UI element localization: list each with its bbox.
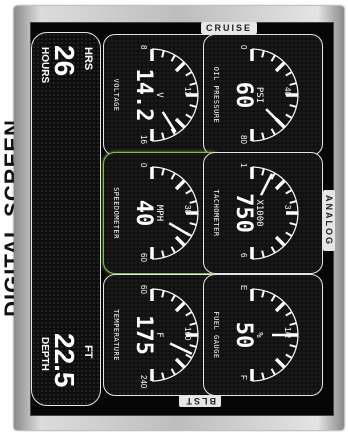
gauge-tick-mark xyxy=(289,322,297,326)
gauge-tick-mark xyxy=(285,189,293,195)
hours-value: 26 xyxy=(49,45,80,77)
gauge-name: VOLTAGE xyxy=(112,78,120,112)
gauge-needle xyxy=(161,111,177,133)
gauge-tick-mark xyxy=(170,172,176,180)
gauge-tick-min: 0 xyxy=(239,45,248,50)
gauge-tick-min: 8 xyxy=(139,45,148,50)
gauge-tick-mark xyxy=(285,311,293,317)
gauge-tick-mid: 3 xyxy=(283,205,292,210)
gauge-tick-mark xyxy=(285,353,293,359)
gauge-tick-max: 60 xyxy=(139,253,148,262)
gauge-tick-min: 60 xyxy=(139,285,148,294)
hours-depth-panel: HRS 26 HOURS FT 22.5 DEPTH xyxy=(31,32,101,406)
gauge-needle xyxy=(265,108,284,127)
gauge-needle xyxy=(169,342,193,355)
gauge-tick-mark xyxy=(170,246,176,254)
gauge-tick-mark xyxy=(189,222,197,226)
gauge-tick-max: 16 xyxy=(139,135,148,144)
gauge-tick-mid: 1/2 xyxy=(283,327,292,339)
blast-tag[interactable]: BLST xyxy=(179,395,221,407)
hours-label: HRS xyxy=(82,47,94,71)
gauge-tick-mid: 160 xyxy=(183,327,192,341)
gauge-tick-mark xyxy=(170,294,176,302)
gauge-tick-mark xyxy=(270,128,276,136)
gauge-tick-mark xyxy=(189,82,197,86)
gauge-tick-min: 0 xyxy=(139,163,148,168)
gauge-tick-mark xyxy=(270,294,276,302)
gauge-tick-mark xyxy=(189,200,197,204)
gauge-tick-min: 1 xyxy=(239,163,248,168)
gauge-tick-mark xyxy=(185,189,193,195)
gauge-tick-mark xyxy=(189,344,197,348)
gauge-oil-pressure[interactable]: PSI 60 OIL PRESSURE 0 40 80 xyxy=(203,34,323,156)
gauge-tick-mid: 13 xyxy=(183,87,192,96)
gauge-tick-mark xyxy=(274,61,286,73)
depth-caption: DEPTH xyxy=(39,337,50,371)
gauge-tick-mark xyxy=(174,179,186,191)
gauge-tick-mark xyxy=(270,246,276,254)
gauge-tick-mid: 30 xyxy=(183,205,192,214)
gauge-name: TACHOMETER xyxy=(212,189,220,237)
gauge-tick-mark xyxy=(289,200,297,204)
gauge-tick-mark xyxy=(185,353,193,359)
gauge-tick-mark xyxy=(185,113,193,119)
depth-label: FT xyxy=(82,345,94,359)
gauge-tick-mark xyxy=(170,368,176,376)
gauge-name: FUEL GAUGE xyxy=(212,311,220,359)
gauge-tick-mark xyxy=(289,82,297,86)
gauge-tick-mark xyxy=(285,71,293,77)
gauge-tick-mark xyxy=(289,344,297,348)
cruise-tag[interactable]: CRUISE xyxy=(201,22,258,34)
gauge-tick-mark xyxy=(274,235,286,247)
gauge-tick-mark xyxy=(289,104,297,108)
gauge-tick-mark xyxy=(174,235,186,247)
gauge-tick-max: 240 xyxy=(139,375,148,389)
gauge-tick-max: 80 xyxy=(239,135,248,144)
gauge-tick-mark xyxy=(185,71,193,77)
landscape-display: HRS 26 HOURS FT 22.5 DEPTH V 14.2 VOLTAGE 8… xyxy=(29,22,335,414)
gauge-fuel-gauge[interactable]: % 50 FUEL GAUGE E 1/2 F xyxy=(203,274,323,396)
gauge-tick-max: 6 xyxy=(239,253,248,258)
hours-caption: HOURS xyxy=(39,47,50,84)
gauge-tick-mark xyxy=(174,301,186,313)
gauge-tick-mark xyxy=(270,54,276,62)
gauge-tick-mark xyxy=(174,117,186,129)
gauge-tick-mark xyxy=(274,179,286,191)
gauge-name: OIL PRESSURE xyxy=(212,66,220,124)
gauge-tick-mark xyxy=(174,357,186,369)
gauge-tick-mark xyxy=(289,222,297,226)
gauge-tick-max: F xyxy=(239,375,248,380)
gauge-tick-mark xyxy=(170,54,176,62)
gauge-name: SPEEDOMETER xyxy=(112,187,120,239)
analog-tag[interactable]: ANALOG xyxy=(323,190,335,251)
gauge-tick-mark xyxy=(189,104,197,108)
gauge-tick-mark xyxy=(270,368,276,376)
gauge-tick-mark xyxy=(285,113,293,119)
gauge-tick-min: E xyxy=(239,285,248,291)
gauge-needle xyxy=(168,222,191,237)
gauge-tachometer[interactable]: X1000 750 TACHOMETER 1 3 6 xyxy=(203,152,323,274)
gauge-tick-mark xyxy=(185,311,193,317)
gauge-tick-mark xyxy=(274,301,286,313)
gauge-name: TEMPERATURE xyxy=(112,309,120,361)
gauge-tick-mark xyxy=(285,231,293,237)
gauge-tick-mark xyxy=(189,322,197,326)
gauge-tick-mark xyxy=(274,357,286,369)
gauge-tick-mid: 40 xyxy=(283,87,292,96)
gauge-tick-mark xyxy=(174,61,186,73)
depth-value: 22.5 xyxy=(49,333,80,388)
